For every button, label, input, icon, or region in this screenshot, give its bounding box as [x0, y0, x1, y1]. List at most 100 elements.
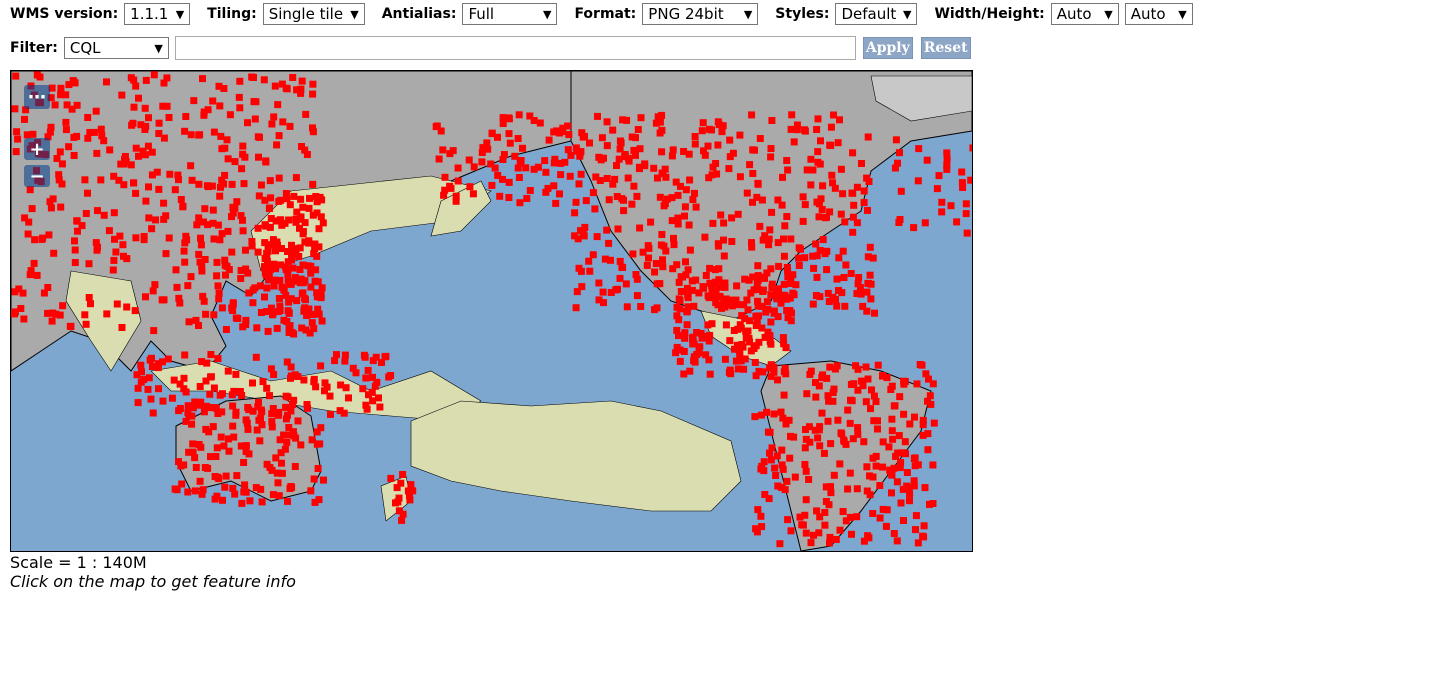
feature-point[interactable]: [82, 210, 90, 217]
feature-point[interactable]: [49, 195, 57, 203]
feature-point[interactable]: [214, 282, 222, 290]
feature-point[interactable]: [814, 434, 822, 442]
feature-point[interactable]: [259, 378, 267, 386]
feature-point[interactable]: [478, 158, 486, 166]
feature-point[interactable]: [364, 366, 372, 374]
feature-point[interactable]: [914, 539, 922, 547]
feature-point[interactable]: [235, 93, 243, 101]
feature-point[interactable]: [58, 160, 66, 168]
feature-point[interactable]: [277, 196, 285, 204]
feature-point[interactable]: [395, 507, 403, 515]
feature-point[interactable]: [779, 465, 787, 473]
feature-point[interactable]: [809, 300, 817, 308]
feature-point[interactable]: [777, 299, 785, 307]
feature-point[interactable]: [331, 357, 339, 365]
feature-point[interactable]: [213, 272, 221, 280]
feature-point[interactable]: [692, 276, 700, 284]
feature-point[interactable]: [656, 280, 664, 288]
feature-point[interactable]: [883, 506, 891, 514]
feature-point[interactable]: [787, 235, 795, 243]
feature-point[interactable]: [768, 208, 776, 216]
feature-point[interactable]: [311, 277, 319, 285]
feature-point[interactable]: [675, 332, 682, 340]
feature-point[interactable]: [715, 276, 723, 284]
feature-point[interactable]: [103, 310, 111, 318]
feature-point[interactable]: [830, 385, 838, 393]
feature-point[interactable]: [38, 235, 46, 243]
feature-point[interactable]: [706, 370, 714, 378]
feature-point[interactable]: [860, 537, 868, 545]
feature-point[interactable]: [217, 132, 225, 140]
feature-point[interactable]: [284, 393, 292, 401]
feature-point[interactable]: [288, 241, 295, 249]
feature-point[interactable]: [755, 338, 763, 346]
feature-point[interactable]: [70, 152, 78, 159]
feature-point[interactable]: [238, 392, 246, 399]
feature-point[interactable]: [119, 241, 127, 249]
feature-point[interactable]: [144, 385, 152, 393]
feature-point[interactable]: [866, 243, 874, 251]
feature-point[interactable]: [308, 319, 316, 327]
feature-point[interactable]: [790, 291, 798, 299]
feature-point[interactable]: [511, 152, 519, 160]
feature-point[interactable]: [277, 261, 285, 269]
feature-point[interactable]: [132, 189, 140, 197]
feature-point[interactable]: [131, 307, 139, 315]
feature-point[interactable]: [240, 180, 248, 188]
feature-point[interactable]: [893, 537, 901, 545]
feature-point[interactable]: [837, 165, 845, 173]
feature-point[interactable]: [315, 310, 323, 318]
feature-point[interactable]: [801, 201, 809, 209]
feature-point[interactable]: [806, 370, 814, 378]
feature-point[interactable]: [656, 129, 664, 137]
feature-point[interactable]: [255, 153, 262, 161]
feature-point[interactable]: [195, 322, 202, 329]
feature-point[interactable]: [285, 216, 293, 224]
feature-point[interactable]: [775, 262, 783, 270]
feature-point[interactable]: [780, 252, 788, 260]
feature-point[interactable]: [564, 122, 572, 130]
feature-point[interactable]: [170, 376, 178, 384]
feature-point[interactable]: [249, 379, 256, 387]
feature-point[interactable]: [184, 282, 192, 290]
feature-point[interactable]: [242, 448, 250, 455]
feature-point[interactable]: [585, 257, 593, 265]
feature-point[interactable]: [586, 139, 593, 147]
feature-point[interactable]: [160, 134, 168, 142]
feature-point[interactable]: [118, 91, 126, 99]
feature-point[interactable]: [910, 455, 918, 462]
feature-point[interactable]: [802, 496, 810, 504]
feature-point[interactable]: [256, 437, 264, 445]
feature-point[interactable]: [127, 74, 135, 82]
feature-point[interactable]: [228, 391, 236, 399]
feature-point[interactable]: [309, 180, 317, 188]
feature-point[interactable]: [56, 148, 64, 156]
feature-point[interactable]: [958, 179, 966, 187]
feature-point[interactable]: [840, 274, 848, 281]
feature-point[interactable]: [895, 432, 903, 440]
feature-point[interactable]: [130, 179, 138, 187]
wms-version-select[interactable]: 1.1.1 ▼: [124, 3, 191, 25]
feature-point[interactable]: [84, 189, 91, 197]
feature-point[interactable]: [207, 373, 214, 381]
feature-point[interactable]: [46, 128, 54, 136]
feature-point[interactable]: [753, 193, 761, 201]
feature-point[interactable]: [232, 408, 240, 416]
feature-point[interactable]: [192, 464, 200, 471]
feature-point[interactable]: [844, 485, 852, 493]
feature-point[interactable]: [201, 205, 209, 213]
feature-point[interactable]: [819, 371, 827, 379]
feature-point[interactable]: [311, 240, 319, 248]
feature-point[interactable]: [274, 479, 282, 487]
feature-point[interactable]: [171, 485, 179, 493]
feature-point[interactable]: [896, 149, 903, 157]
feature-point[interactable]: [725, 165, 733, 173]
feature-point[interactable]: [180, 247, 188, 255]
feature-point[interactable]: [572, 304, 580, 312]
feature-point[interactable]: [751, 146, 758, 154]
feature-point[interactable]: [199, 292, 207, 300]
feature-point[interactable]: [214, 221, 222, 229]
feature-point[interactable]: [505, 194, 513, 201]
feature-point[interactable]: [135, 152, 142, 160]
feature-point[interactable]: [910, 477, 918, 485]
